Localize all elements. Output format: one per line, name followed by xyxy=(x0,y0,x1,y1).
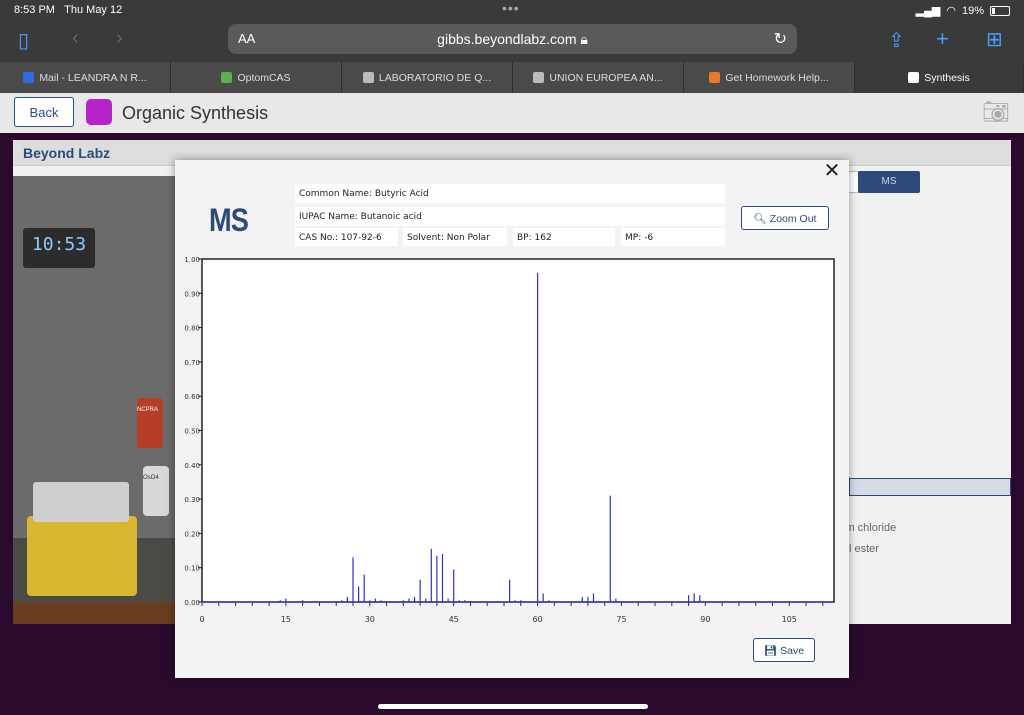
boiling-point: BP: 162 xyxy=(513,228,615,246)
lock-icon: 🔒︎ xyxy=(580,31,588,47)
address-bar[interactable]: AA gibbs.beyondlabz.com 🔒︎ ↻ xyxy=(228,24,797,54)
back-button[interactable]: Back xyxy=(14,97,74,127)
tab-favicon-icon xyxy=(23,72,35,83)
floppy-disk-icon: 💾︎ xyxy=(763,644,778,657)
stir-hotplate[interactable] xyxy=(27,482,137,596)
app-logo-icon xyxy=(86,99,112,125)
reagent-item[interactable]: l ester xyxy=(849,543,879,555)
lab-scrollbar[interactable] xyxy=(849,478,1011,496)
share-icon[interactable]: ⇪ xyxy=(888,28,905,53)
forward-arrow-icon[interactable]: › xyxy=(116,27,123,50)
common-name: Common Name: Butyric Acid xyxy=(295,184,725,203)
mass-spectrum-chart: 0.00 0.10 0.20 0.30 0.40 0.50 0.60 0.70 0.80 0.90… xyxy=(184,256,835,624)
search-icon: 🔍︎ xyxy=(753,212,767,225)
tab-favicon-icon xyxy=(533,72,545,83)
tab-label: Mail - LEANDRA N R... xyxy=(39,71,147,84)
x-tick-label: 30 xyxy=(365,615,375,624)
tab-strip: Mail - LEANDRA N R... OptomCAS LABORATORIO… xyxy=(0,62,1024,93)
close-icon[interactable]: ✕ xyxy=(823,161,841,181)
wifi-icon: ◠ xyxy=(946,5,956,17)
y-tick-label: 0.70 xyxy=(184,359,200,367)
tab-label: Get Homework Help... xyxy=(725,71,829,84)
y-tick-label: 0.90 xyxy=(184,290,200,298)
y-tick-label: 0.20 xyxy=(184,530,200,538)
plot-area xyxy=(201,258,835,603)
tab-favicon-icon xyxy=(908,72,920,83)
tab-label: LABORATORIO DE Q... xyxy=(378,71,492,84)
reagent-bottle[interactable]: NCPRA xyxy=(137,398,163,448)
reagent-item[interactable]: im chloride xyxy=(843,522,896,534)
battery-percent: 19% xyxy=(961,4,984,17)
lab-clock: 10:53 xyxy=(23,228,95,268)
x-tick-label: 75 xyxy=(616,615,626,624)
y-tick-label: 0.60 xyxy=(184,393,200,401)
x-tick-label: 90 xyxy=(700,615,710,624)
melting-point: MP: -6 xyxy=(621,228,725,246)
page-title: Organic Synthesis xyxy=(122,103,269,123)
x-tick-label: 15 xyxy=(281,615,291,624)
reagent-bottle[interactable]: OsO4 xyxy=(143,466,169,516)
y-tick-label: 0.00 xyxy=(184,599,200,607)
sidebar-icon[interactable]: ▯ xyxy=(18,28,29,53)
battery-fill xyxy=(992,7,996,14)
lab-brand: Beyond Labz xyxy=(23,145,111,161)
ms-spectrum-dialog: ✕ MS Common Name: Butyric Acid IUPAC Nam… xyxy=(175,160,849,678)
app-bar: Back Organic Synthesis 📷︎ xyxy=(0,93,1024,133)
zoom-out-button[interactable]: 🔍︎ Zoom Out xyxy=(741,206,829,230)
home-indicator[interactable] xyxy=(378,704,648,709)
back-arrow-icon[interactable]: ‹ xyxy=(72,27,79,50)
y-tick-label: 0.10 xyxy=(184,565,200,573)
browser-tab[interactable]: Mail - LEANDRA N R... xyxy=(0,62,171,93)
cas-number: CAS No.: 107-92-6 xyxy=(295,228,398,246)
tab-label: Synthesis xyxy=(924,71,970,84)
x-tick-label: 0 xyxy=(199,615,204,624)
y-tick-label: 0.30 xyxy=(184,496,200,504)
tab-favicon-icon xyxy=(362,72,374,83)
iupac-name: IUPAC Name: Butanoic acid xyxy=(295,207,725,226)
lab-scene: 10:53 NCPRA OsO4 xyxy=(13,176,175,624)
lab-drawers xyxy=(13,602,175,624)
multitask-dots[interactable]: ••• xyxy=(502,0,520,16)
browser-tab[interactable]: OptomCAS xyxy=(171,62,342,93)
signal-icon: ▂▄▆ xyxy=(915,5,941,17)
status-right: ▂▄▆ ◠ 19% xyxy=(916,4,1010,17)
x-tick-label: 60 xyxy=(532,615,542,624)
browser-toolbar: ▯ ‹ › AA gibbs.beyondlabz.com 🔒︎ ↻ ⇪ + ⊞ xyxy=(0,20,1024,62)
browser-tab[interactable]: UNION EUROPEA AN... xyxy=(513,62,684,93)
solvent: Solvent: Non Polar xyxy=(403,228,507,246)
status-bar: 8:53 PM Thu May 12 ••• ▂▄▆ ◠ 19% xyxy=(0,0,1024,20)
hotplate-top xyxy=(33,482,129,522)
status-time: 8:53 PM Thu May 12 xyxy=(14,4,123,16)
tab-label: UNION EUROPEA AN... xyxy=(549,71,663,84)
tab-favicon-icon xyxy=(221,72,233,83)
y-tick-label: 0.40 xyxy=(184,462,200,470)
browser-tab[interactable]: Synthesis xyxy=(855,62,1024,93)
x-tick-label: 45 xyxy=(449,615,459,624)
save-button[interactable]: 💾︎ Save xyxy=(753,638,815,662)
x-tick-label: 105 xyxy=(782,615,797,624)
spectrum-type-title: MS xyxy=(209,202,249,238)
browser-tab[interactable]: LABORATORIO DE Q... xyxy=(342,62,513,93)
camera-add-icon[interactable]: 📷︎ xyxy=(982,99,1010,125)
new-tab-icon[interactable]: + xyxy=(936,26,949,52)
url-host: gibbs.beyondlabz.com 🔒︎ xyxy=(437,31,588,47)
y-tick-label: 0.80 xyxy=(184,325,200,333)
tab-favicon-icon xyxy=(709,72,721,83)
reload-icon[interactable]: ↻ xyxy=(774,29,787,49)
battery-icon xyxy=(990,5,1010,16)
browser-tab[interactable]: Get Homework Help... xyxy=(684,62,855,93)
tabs-overview-icon[interactable]: ⊞ xyxy=(986,27,1003,52)
ms-tab[interactable]: MS xyxy=(858,171,920,193)
y-tick-label: 0.50 xyxy=(184,428,200,436)
y-tick-label: 1.00 xyxy=(184,256,200,264)
tab-label: OptomCAS xyxy=(237,71,291,84)
